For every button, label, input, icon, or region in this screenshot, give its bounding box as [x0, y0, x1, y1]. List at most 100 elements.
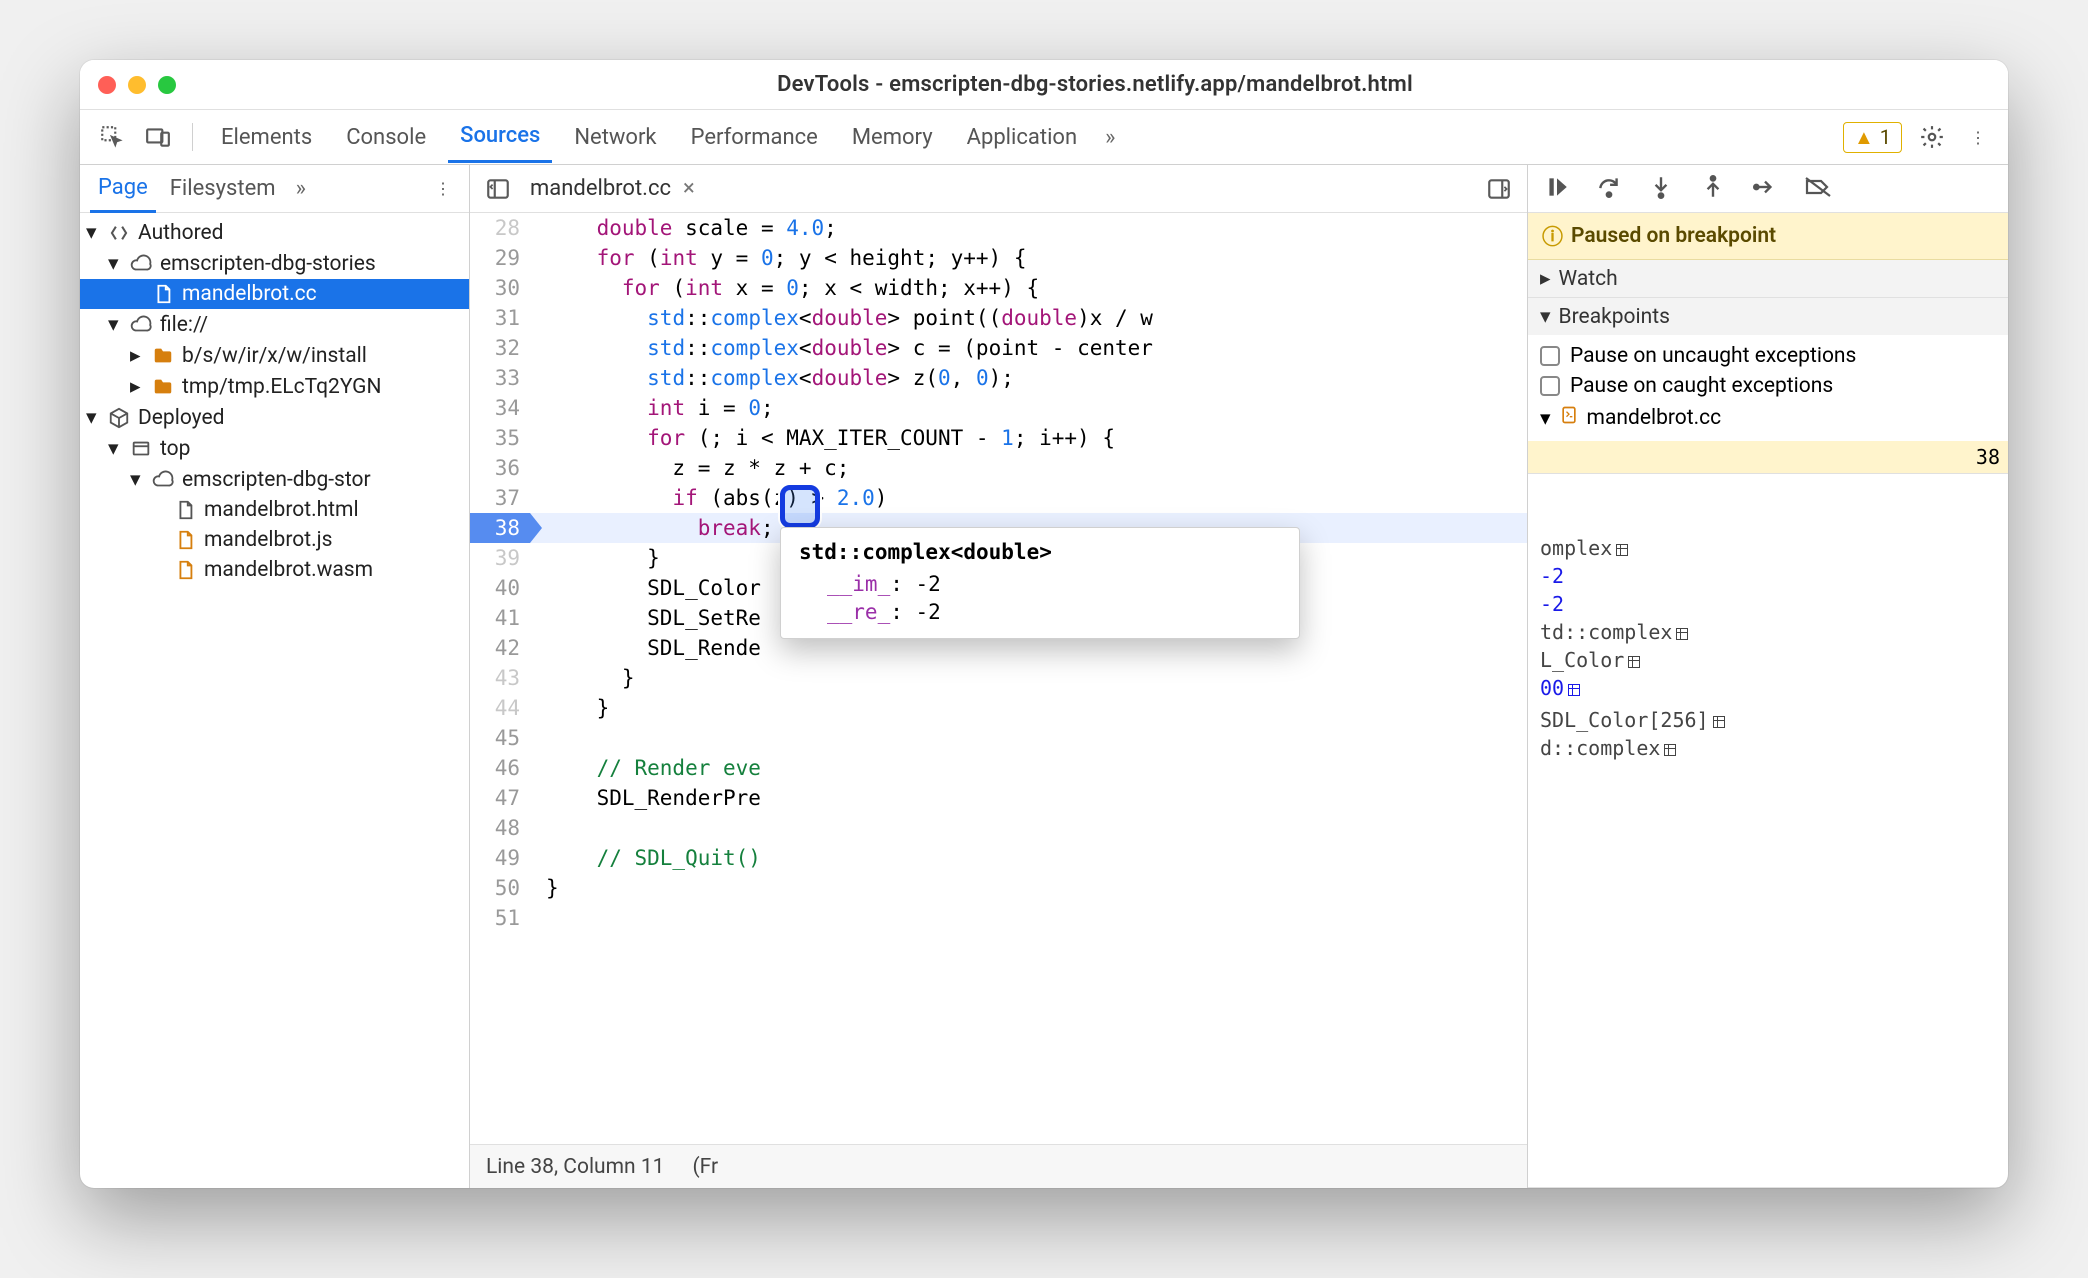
gutter-line[interactable]: 33: [470, 363, 530, 393]
window-close[interactable]: [98, 76, 116, 94]
breakpoint-file[interactable]: ▾ mandelbrot.cc: [1540, 401, 1996, 435]
code-line[interactable]: std::complex<double> z(0, 0);: [530, 363, 1527, 393]
code-line[interactable]: if (abs(z) > 2.0): [530, 483, 1527, 513]
code-line[interactable]: z = z * z + c;: [530, 453, 1527, 483]
code-line[interactable]: [530, 903, 1527, 933]
resume-icon[interactable]: [1544, 174, 1570, 204]
tree-item[interactable]: mandelbrot.cc: [80, 279, 469, 309]
tab-console[interactable]: Console: [334, 113, 438, 162]
code-line[interactable]: [530, 813, 1527, 843]
code-line[interactable]: // SDL_Quit(): [530, 843, 1527, 873]
breakpoints-section[interactable]: ▾Breakpoints: [1528, 298, 2008, 335]
editor-tab[interactable]: mandelbrot.cc ×: [530, 176, 695, 201]
code-line[interactable]: std::complex<double> c = (point - center: [530, 333, 1527, 363]
pause-caught-checkbox[interactable]: Pause on caught exceptions: [1540, 371, 1996, 401]
gutter-line[interactable]: 51: [470, 903, 530, 933]
gutter-line[interactable]: 36: [470, 453, 530, 483]
close-icon[interactable]: ×: [683, 176, 695, 201]
gutter-line[interactable]: 40: [470, 573, 530, 603]
pause-uncaught-checkbox[interactable]: Pause on uncaught exceptions: [1540, 341, 1996, 371]
tree-item[interactable]: ▾ emscripten-dbg-stor: [80, 464, 469, 495]
gutter-line[interactable]: 48: [470, 813, 530, 843]
code-line[interactable]: for (; i < MAX_ITER_COUNT - 1; i++) {: [530, 423, 1527, 453]
watch-section[interactable]: ▸Watch: [1528, 260, 2008, 297]
window-maximize[interactable]: [158, 76, 176, 94]
gutter-line[interactable]: 39: [470, 543, 530, 573]
tab-performance[interactable]: Performance: [679, 113, 830, 162]
deactivate-breakpoints-icon[interactable]: [1804, 174, 1832, 204]
gutter-line[interactable]: 41: [470, 603, 530, 633]
gutter-line[interactable]: 44: [470, 693, 530, 723]
scope-value[interactable]: -2: [1540, 590, 1996, 618]
tabs-overflow-icon[interactable]: »: [1099, 125, 1121, 150]
gutter-line[interactable]: 29: [470, 243, 530, 273]
gutter-line[interactable]: 46: [470, 753, 530, 783]
tab-application[interactable]: Application: [955, 113, 1089, 162]
scope-value[interactable]: L_Color: [1540, 646, 1996, 674]
tree-item[interactable]: mandelbrot.js: [80, 525, 469, 555]
gutter-line[interactable]: 43: [470, 663, 530, 693]
code-line[interactable]: std::complex<double> point((double)x / w: [530, 303, 1527, 333]
code-line[interactable]: int i = 0;: [530, 393, 1527, 423]
step-into-icon[interactable]: [1648, 174, 1674, 204]
gutter-line[interactable]: 37: [470, 483, 530, 513]
side-more-icon[interactable]: ⋮: [427, 173, 459, 205]
tree-item[interactable]: ▾ top: [80, 433, 469, 464]
gutter-line[interactable]: 34: [470, 393, 530, 423]
code-line[interactable]: double scale = 4.0;: [530, 213, 1527, 243]
side-tab-filesystem[interactable]: Filesystem: [162, 166, 284, 211]
gutter-line[interactable]: 45: [470, 723, 530, 753]
tab-memory[interactable]: Memory: [840, 113, 945, 162]
gutter-line[interactable]: 31: [470, 303, 530, 333]
side-tab-page[interactable]: Page: [90, 165, 156, 213]
tree-item[interactable]: ▸ b/s/w/ir/x/w/install: [80, 340, 469, 371]
step-out-icon[interactable]: [1700, 174, 1726, 204]
gutter-line[interactable]: 42: [470, 633, 530, 663]
file-tree[interactable]: ▾ Authored ▾ emscripten-dbg-stories mand…: [80, 213, 469, 1188]
warnings-badge[interactable]: ▲1: [1843, 122, 1902, 153]
window-minimize[interactable]: [128, 76, 146, 94]
tree-item[interactable]: mandelbrot.html: [80, 495, 469, 525]
tab-sources[interactable]: Sources: [448, 111, 552, 163]
gutter-line[interactable]: 38: [470, 513, 530, 543]
gutter-line[interactable]: 28: [470, 213, 530, 243]
device-icon[interactable]: [140, 119, 176, 155]
code-line[interactable]: for (int y = 0; y < height; y++) {: [530, 243, 1527, 273]
scope-value[interactable]: omplex: [1540, 534, 1996, 562]
tree-item[interactable]: ▾ file://: [80, 309, 469, 340]
settings-icon[interactable]: [1916, 121, 1948, 153]
code-editor[interactable]: 28 double scale = 4.0; 29 for (int y = 0…: [470, 213, 1527, 1144]
gutter-line[interactable]: 30: [470, 273, 530, 303]
code-line[interactable]: }: [530, 693, 1527, 723]
gutter-line[interactable]: 35: [470, 423, 530, 453]
more-icon[interactable]: ⋮: [1962, 121, 1994, 153]
tree-item[interactable]: mandelbrot.wasm: [80, 555, 469, 585]
tab-network[interactable]: Network: [562, 113, 668, 162]
tree-item[interactable]: ▸ tmp/tmp.ELcTq2YGN: [80, 371, 469, 402]
tree-item[interactable]: ▾ Authored: [80, 217, 469, 248]
gutter-line[interactable]: 32: [470, 333, 530, 363]
code-line[interactable]: }: [530, 873, 1527, 903]
scope-value[interactable]: td::complex: [1540, 618, 1996, 646]
gutter-line[interactable]: 47: [470, 783, 530, 813]
step-icon[interactable]: [1752, 174, 1778, 204]
code-line[interactable]: [530, 723, 1527, 753]
breakpoint-line[interactable]: 38: [1528, 441, 2008, 473]
code-line[interactable]: SDL_RenderPre: [530, 783, 1527, 813]
tree-item[interactable]: ▾ emscripten-dbg-stories: [80, 248, 469, 279]
debugger-toggle-icon[interactable]: [1481, 171, 1517, 207]
step-over-icon[interactable]: [1596, 174, 1622, 204]
scope-value[interactable]: 00: [1540, 674, 1996, 702]
gutter-line[interactable]: 49: [470, 843, 530, 873]
code-line[interactable]: // Render eve: [530, 753, 1527, 783]
navigator-toggle-icon[interactable]: [480, 171, 516, 207]
inspect-icon[interactable]: [94, 119, 130, 155]
side-overflow-icon[interactable]: »: [290, 176, 312, 201]
tree-item[interactable]: ▾Deployed: [80, 402, 469, 433]
scope-value[interactable]: -2: [1540, 562, 1996, 590]
scope-value[interactable]: SDL_Color[256]: [1540, 706, 1996, 734]
code-line[interactable]: for (int x = 0; x < width; x++) {: [530, 273, 1527, 303]
gutter-line[interactable]: 50: [470, 873, 530, 903]
code-line[interactable]: }: [530, 663, 1527, 693]
tab-elements[interactable]: Elements: [209, 113, 324, 162]
